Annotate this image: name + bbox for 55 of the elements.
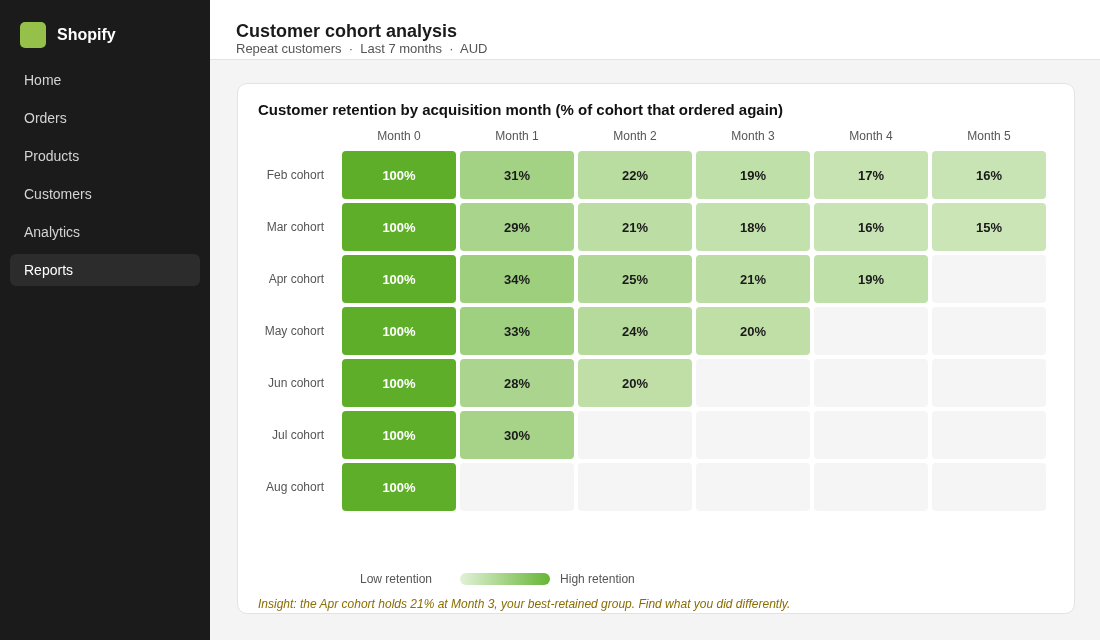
retention-cell: 25% [578, 255, 692, 303]
retention-cell: 31% [460, 151, 574, 199]
brand-name: Shopify [57, 26, 116, 44]
gradient-scale-icon [460, 573, 551, 585]
retention-cell: 100% [342, 411, 456, 459]
sidebar-item[interactable]: Products [10, 140, 200, 172]
column-header: Month 3 [731, 129, 775, 143]
retention-cell: 100% [342, 203, 456, 251]
card-title: Customer retention by acquisition month (% of cohort that ordered again) [258, 101, 785, 119]
retention-cell: 100% [342, 151, 456, 199]
retention-cell: 19% [696, 151, 810, 199]
retention-cell: 16% [814, 203, 928, 251]
row-label: May cohort [264, 324, 324, 338]
legend-label: High retention [560, 572, 635, 586]
column-header: Month 0 [377, 129, 421, 143]
retention-cell: 100% [342, 307, 456, 355]
row-label: Feb cohort [266, 168, 324, 182]
row-label: Aug cohort [265, 480, 324, 494]
retention-cell: 17% [814, 151, 928, 199]
retention-cell: 21% [696, 255, 810, 303]
row-label: Jul cohort [271, 428, 324, 442]
column-header: Month 1 [495, 129, 539, 143]
row-label: Apr cohort [268, 272, 324, 286]
retention-cell: 20% [578, 359, 692, 407]
row-label: Mar cohort [266, 220, 324, 234]
page-subtitle: Repeat customers · Last 7 months · AUD [236, 41, 489, 56]
sidebar-item[interactable]: Reports [10, 254, 200, 286]
retention-cell: 21% [578, 203, 692, 251]
column-header: Month 4 [849, 129, 893, 143]
sidebar-item[interactable]: Orders [10, 102, 200, 134]
column-header: Month 5 [967, 129, 1011, 143]
retention-cell: 30% [460, 411, 574, 459]
retention-cell: 28% [460, 359, 574, 407]
row-label: Jun cohort [267, 376, 324, 390]
column-header: Month 2 [613, 129, 657, 143]
sidebar-item[interactable]: Home [10, 64, 200, 96]
retention-cell: 22% [578, 151, 692, 199]
retention-cell: 15% [932, 203, 1046, 251]
retention-cell: 18% [696, 203, 810, 251]
retention-cell: 20% [696, 307, 810, 355]
retention-cell: 24% [578, 307, 692, 355]
insight-text: Insight: the Apr cohort holds 21% at Month 3, your best-retained group. Find what you did differently. [258, 597, 792, 611]
retention-cell: 16% [932, 151, 1046, 199]
retention-cell: 29% [460, 203, 574, 251]
legend-label: Low retention [360, 572, 433, 586]
retention-cell: 100% [342, 255, 456, 303]
retention-cell: 19% [814, 255, 928, 303]
page-title: Customer cohort analysis [236, 21, 459, 41]
retention-cell: 34% [460, 255, 574, 303]
logo-icon [20, 22, 46, 48]
retention-cell: 100% [342, 359, 456, 407]
sidebar-item[interactable]: Customers [10, 178, 200, 210]
retention-cell: 33% [460, 307, 574, 355]
sidebar-item[interactable]: Analytics [10, 216, 200, 248]
retention-cell: 100% [342, 463, 456, 511]
